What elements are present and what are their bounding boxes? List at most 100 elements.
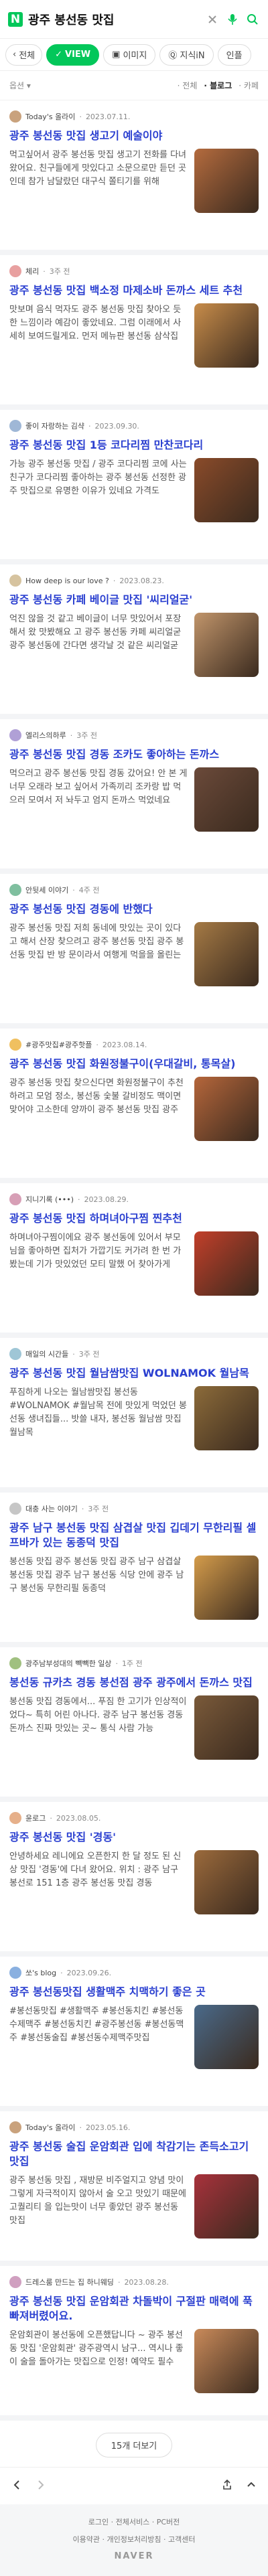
- footer-links-2[interactable]: 이용약관 · 개인정보처리방침 · 고객센터: [8, 2534, 260, 2546]
- tab-influencer[interactable]: 인플: [217, 44, 251, 66]
- post-title[interactable]: 광주 남구 봉선동 맛집 삼겹살 맛집 깁데기 무한리필 셀프바가 있는 동종덕…: [9, 1521, 259, 1550]
- sort-cafe[interactable]: · 카페: [239, 80, 259, 91]
- post-thumbnail[interactable]: [194, 2005, 259, 2069]
- post-thumbnail[interactable]: [194, 613, 259, 677]
- post-snippet[interactable]: 푸짐하게 나오는 월남쌈맛집 봉선동 #WOLNAMOK #월남목 전에 맛있게…: [9, 1386, 188, 1453]
- avatar[interactable]: [9, 1812, 21, 1824]
- post-author[interactable]: 대충 사는 이야기: [25, 1503, 78, 1514]
- post-title[interactable]: 광주 봉선동 맛집 '경동': [9, 1830, 259, 1845]
- avatar[interactable]: [9, 1348, 21, 1360]
- result-post[interactable]: 엘리스의하루 · 3주 전 광주 봉선동 맛집 경동 조카도 좋아하는 돈까스 먹으러고…: [0, 719, 268, 874]
- avatar[interactable]: [9, 2121, 21, 2133]
- avatar[interactable]: [9, 575, 21, 587]
- post-snippet[interactable]: 먹고싶어서 광주 봉선동 맛집 생고기 전화를 다녀왔어요. 친구들에게 맛있다…: [9, 149, 188, 216]
- post-snippet[interactable]: 맛보며 음식 먹자도 광주 봉선동 맛집 찾아오 듯한 느낌이라 예감이 좋았네…: [9, 303, 188, 370]
- post-title[interactable]: 봉선동 규카츠 경동 봉선점 광주 광주에서 돈까스 맛집: [9, 1675, 259, 1690]
- avatar[interactable]: [9, 420, 21, 432]
- post-snippet[interactable]: #봉선동맛집 #생활맥주 #봉선동치킨 #봉선동수제맥주 #봉선동치킨 #광주봉…: [9, 2005, 188, 2072]
- close-icon[interactable]: [205, 12, 220, 27]
- post-title[interactable]: 광주 봉선동 맛집 경동 조카도 좋아하는 돈까스: [9, 747, 259, 762]
- post-author[interactable]: 엘리스의하루: [25, 730, 66, 741]
- avatar[interactable]: [9, 884, 21, 896]
- post-thumbnail[interactable]: [194, 458, 259, 522]
- post-title[interactable]: 광주 봉선동 맛집 경동에 반했다: [9, 902, 259, 917]
- post-author[interactable]: 좋이 자랑하는 김샥: [25, 421, 84, 431]
- post-title[interactable]: 광주 봉선동맛집 생활맥주 치맥하기 좋은 곳: [9, 1985, 259, 1999]
- post-author[interactable]: How deep is our love ?: [25, 577, 109, 585]
- more-results-button[interactable]: 15개 더보기: [95, 2433, 173, 2457]
- post-snippet[interactable]: 먹으러고 광주 봉선동 맛집 경동 갔어요! 안 본 게 너무 오래라 보고 싶…: [9, 767, 188, 834]
- post-author[interactable]: 쏘's blog: [25, 1967, 56, 1978]
- post-title[interactable]: 광주 봉선동 맛집 백소정 마제소바 돈까스 세트 추천: [9, 283, 259, 298]
- post-author[interactable]: 안뒷세 이야기: [25, 885, 68, 895]
- post-author[interactable]: 체리: [25, 266, 39, 277]
- options-toggle[interactable]: 옵션 ▾: [9, 80, 178, 91]
- tab-all[interactable]: ‹ 전체: [5, 44, 43, 66]
- post-author[interactable]: 드레스룸 만드는 집 하니웨딩: [25, 2277, 114, 2287]
- result-post[interactable]: 좋이 자랑하는 김샥 · 2023.09.30. 광주 봉선동 맛집 1등 코다리찜 …: [0, 410, 268, 564]
- scroll-top-icon[interactable]: [245, 2479, 257, 2494]
- post-thumbnail[interactable]: [194, 922, 259, 986]
- post-thumbnail[interactable]: [194, 303, 259, 368]
- tab-kin[interactable]: Ⓠ 지식iN: [159, 44, 214, 66]
- post-title[interactable]: 광주 봉선동 맛집 1등 코다리찜 만찬코다리: [9, 438, 259, 453]
- post-author[interactable]: 지니기록 (•••): [25, 1194, 74, 1205]
- post-title[interactable]: 광주 봉선동 맛집 생고기 예술이야: [9, 129, 259, 143]
- avatar[interactable]: [9, 1039, 21, 1051]
- post-snippet[interactable]: 운암회관이 봉선동에 오픈했답니다 ~ 광주 봉선동 맛집 '운암회관' 광주광…: [9, 2329, 188, 2396]
- post-thumbnail[interactable]: [194, 1850, 259, 1914]
- result-post[interactable]: 드레스룸 만드는 집 하니웨딩 · 2023.08.28. 광주 봉선동 맛집 운암회…: [0, 2266, 268, 2421]
- post-thumbnail[interactable]: [194, 1556, 259, 1620]
- result-post[interactable]: #광주맛집#광주핫플 · 2023.08.14. 광주 봉선동 맛집 화원정불구이(우…: [0, 1029, 268, 1183]
- sort-all[interactable]: · 전체: [178, 80, 198, 91]
- post-snippet[interactable]: 광주 봉선동 맛집 저희 동네에 맛있는 곳이 있다고 해서 산장 찾으려고 광…: [9, 922, 188, 989]
- result-post[interactable]: 대충 사는 이야기 · 3주 전 광주 남구 봉선동 맛집 삼겹살 맛집 깁데기 무한…: [0, 1493, 268, 1647]
- avatar[interactable]: [9, 2276, 21, 2288]
- result-post[interactable]: 안뒷세 이야기 · 4주 전 광주 봉선동 맛집 경동에 반했다 광주 봉선동 맛집 저…: [0, 874, 268, 1029]
- post-thumbnail[interactable]: [194, 767, 259, 832]
- avatar[interactable]: [9, 729, 21, 741]
- post-snippet[interactable]: 가능 광주 봉선동 맛집 / 광주 코다리찜 코에 사는 친구가 코다리찜 좋아…: [9, 458, 188, 525]
- search-icon[interactable]: [245, 12, 260, 27]
- post-author[interactable]: 광주남부성대의 빽빽한 일상: [25, 1658, 111, 1669]
- post-thumbnail[interactable]: [194, 2174, 259, 2239]
- post-thumbnail[interactable]: [194, 1077, 259, 1141]
- post-snippet[interactable]: 광주 봉선동 맛집 찾으신다면 화원정불구이 추천하려고 모엄 정소, 봉선동 …: [9, 1077, 188, 1144]
- post-title[interactable]: 광주 봉선동 술집 운암회관 입에 착감기는 존득소고기 맛집: [9, 2139, 259, 2169]
- post-thumbnail[interactable]: [194, 149, 259, 213]
- post-thumbnail[interactable]: [194, 2329, 259, 2393]
- result-post[interactable]: 윤로그 · 2023.08.05. 광주 봉선동 맛집 '경동' 안녕하세요 레니에요 …: [0, 1802, 268, 1957]
- avatar[interactable]: [9, 265, 21, 277]
- avatar[interactable]: [9, 1967, 21, 1979]
- post-title[interactable]: 광주 봉선동 맛집 하며녀아구찜 찐추천: [9, 1211, 259, 1226]
- post-snippet[interactable]: 봉선동 맛집 광주 봉선동 맛집 광주 남구 삼겹살 봉선동 맛집 광주 남구 …: [9, 1556, 188, 1622]
- post-snippet[interactable]: 하며녀아구찜이에요 광주 봉선동에 있어서 부모님을 좋아하면 집처가 가깝기도…: [9, 1231, 188, 1298]
- result-post[interactable]: 쏘's blog · 2023.09.26. 광주 봉선동맛집 생활맥주 치맥하기 좋…: [0, 1957, 268, 2111]
- result-post[interactable]: 지니기록 (•••) · 2023.08.29. 광주 봉선동 맛집 하며녀아구찜 찐…: [0, 1183, 268, 1338]
- post-thumbnail[interactable]: [194, 1386, 259, 1450]
- post-title[interactable]: 광주 봉선동 맛집 운암회관 차돌박이 구절판 매력에 푹 빠져버렸어요.: [9, 2294, 259, 2324]
- naver-logo[interactable]: N: [8, 11, 23, 27]
- result-post[interactable]: How deep is our love ? · 2023.08.23. 광주 봉선동…: [0, 564, 268, 719]
- result-post[interactable]: 광주남부성대의 빽빽한 일상 · 1주 전 봉선동 규카츠 경동 봉선점 광주 광주에…: [0, 1647, 268, 1802]
- avatar[interactable]: [9, 1503, 21, 1515]
- result-post[interactable]: 체리 · 3주 전 광주 봉선동 맛집 백소정 마제소바 돈까스 세트 추천 맛보며 음…: [0, 255, 268, 410]
- forward-arrow-icon[interactable]: [35, 2479, 47, 2494]
- post-author[interactable]: 윤로그: [25, 1813, 46, 1823]
- tab-view[interactable]: ✓ VIEW: [46, 44, 100, 66]
- post-snippet[interactable]: 억진 않을 것 같고 베이글이 너무 맛있어서 포장해서 왔 맛봤해요 고 광주…: [9, 613, 188, 680]
- microphone-icon[interactable]: [225, 12, 240, 27]
- post-title[interactable]: 광주 봉선동 카페 베이글 맛집 '씨리얼굳': [9, 593, 259, 607]
- post-author[interactable]: 매일의 시간들: [25, 1349, 68, 1359]
- avatar[interactable]: [9, 1657, 21, 1669]
- sort-blog[interactable]: · 블로그: [204, 80, 232, 91]
- post-author[interactable]: Today's 올라이: [25, 2122, 75, 2133]
- post-author[interactable]: #광주맛집#광주핫플: [25, 1039, 92, 1050]
- footer-links-1[interactable]: 로그인 · 전체서비스 · PC버전: [8, 2516, 260, 2528]
- search-query[interactable]: 광주 봉선동 맛집: [28, 11, 200, 28]
- post-title[interactable]: 광주 봉선동 맛집 화원정불구이(우대갈비, 통목살): [9, 1057, 259, 1071]
- post-thumbnail[interactable]: [194, 1231, 259, 1296]
- post-snippet[interactable]: 안녕하세요 레니에요 오픈한지 한 달 정도 된 신상 맛집 '경동'에 다녀 …: [9, 1850, 188, 1917]
- result-post[interactable]: Today's 올라이 · 2023.07.11. 광주 봉선동 맛집 생고기 예술이…: [0, 100, 268, 255]
- share-icon[interactable]: [221, 2479, 233, 2494]
